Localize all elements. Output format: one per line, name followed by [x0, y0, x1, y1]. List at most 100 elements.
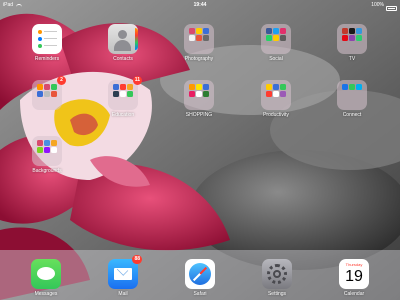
folder-mini-app-icon	[273, 91, 279, 97]
folder-mini-app-icon	[189, 84, 195, 90]
app-label: Reminders	[34, 56, 60, 62]
folder-mini-app-icon	[266, 35, 272, 41]
status-right: 100%	[371, 0, 397, 11]
app-label: Education	[111, 112, 135, 118]
folder-mini-app-icon	[342, 28, 348, 34]
folder-mini-app-icon	[37, 140, 43, 146]
folder-mini-app-icon	[203, 84, 209, 90]
folder-mini-app-icon	[120, 84, 126, 90]
folder-mini-app-icon	[127, 91, 133, 97]
app-label: Safari	[193, 291, 207, 297]
folder-icon	[184, 80, 214, 110]
battery-percent: 100%	[371, 2, 384, 8]
folder-icon	[337, 24, 367, 54]
folder-mini-app-icon	[349, 28, 355, 34]
folder-mini-app-icon	[189, 91, 195, 97]
dock-app-settings[interactable]: Settings	[249, 259, 305, 298]
app-label: Connect	[342, 112, 362, 118]
folder-mini-app-icon	[44, 84, 50, 90]
folder-mini-app-icon	[356, 84, 362, 90]
app-label: Contacts	[113, 56, 133, 62]
folder-social[interactable]: Social	[248, 24, 304, 63]
folder-photography[interactable]: Photography	[171, 24, 227, 63]
folder-mini-app-icon	[349, 35, 355, 41]
app-label: Settings	[267, 291, 287, 297]
dock: Messages 88 Mail Safari Settings Thursda…	[0, 250, 400, 300]
folder-mini-app-icon	[113, 91, 119, 97]
folder-mini-app-icon	[349, 84, 355, 90]
mail-icon: 88	[108, 255, 142, 289]
folder-mini-app-icon	[356, 35, 362, 41]
folder-mini-app-icon	[273, 28, 279, 34]
folder-mini-app-icon	[113, 84, 119, 90]
dock-app-mail[interactable]: 88 Mail	[95, 255, 151, 298]
folder-mini-app-icon	[280, 84, 286, 90]
reminders-icon	[32, 24, 62, 54]
folder-mini-app-icon	[37, 84, 43, 90]
folder-mini-app-icon	[266, 84, 272, 90]
app-label: Mail	[118, 291, 128, 297]
app-label: Photography	[184, 56, 214, 62]
folder-2[interactable]: 2	[19, 76, 75, 111]
folder-shopping[interactable]: SHOPPING	[171, 80, 227, 119]
folder-icon	[261, 24, 291, 54]
folder-mini-app-icon	[51, 140, 57, 146]
app-label: TV	[348, 56, 356, 62]
folder-mini-app-icon	[280, 35, 286, 41]
folder-icon	[184, 24, 214, 54]
settings-icon	[262, 259, 292, 289]
folder-mini-app-icon	[44, 140, 50, 146]
folder-mini-app-icon	[203, 91, 209, 97]
app-reminders[interactable]: Reminders	[19, 24, 75, 63]
folder-mini-app-icon	[342, 84, 348, 90]
calendar-day: Thursday	[345, 262, 363, 267]
folder-icon	[32, 136, 62, 166]
contacts-icon	[108, 24, 138, 54]
folder-mini-app-icon	[37, 91, 43, 97]
folder-mini-app-icon	[189, 35, 195, 41]
folder-education[interactable]: 11 Education	[95, 76, 151, 119]
dock-app-safari[interactable]: Safari	[172, 259, 228, 298]
app-label: Social	[269, 56, 283, 62]
folder-connect[interactable]: Connect	[324, 80, 380, 119]
calendar-icon: Thursday 19	[339, 259, 369, 289]
folder-mini-app-icon	[44, 147, 50, 153]
folder-mini-app-icon	[127, 84, 133, 90]
folder-productivity[interactable]: Productivity	[248, 80, 304, 119]
app-contacts[interactable]: Contacts	[95, 24, 151, 63]
notification-badge: 88	[132, 255, 142, 264]
app-label: SHOPPING	[185, 112, 213, 118]
folder-mini-app-icon	[203, 28, 209, 34]
folder-mini-app-icon	[356, 28, 362, 34]
folder-mini-app-icon	[342, 35, 348, 41]
folder-mini-app-icon	[196, 84, 202, 90]
folder-icon	[337, 80, 367, 110]
status-bar: iPad 19:44 100%	[0, 0, 400, 11]
dock-app-calendar[interactable]: Thursday 19 Calendar	[326, 259, 382, 298]
folder-mini-app-icon	[120, 91, 126, 97]
folder-icon: 2	[32, 76, 66, 110]
folder-mini-app-icon	[51, 147, 57, 153]
folder-backgrounds[interactable]: Backgrounds	[19, 136, 75, 175]
app-label: Backgrounds	[32, 168, 62, 174]
battery-icon	[386, 6, 397, 11]
folder-mini-app-icon	[196, 28, 202, 34]
folder-mini-app-icon	[280, 91, 286, 97]
folder-icon	[261, 80, 291, 110]
folder-mini-app-icon	[196, 35, 202, 41]
calendar-date: 19	[345, 268, 363, 285]
notification-badge: 2	[57, 76, 66, 85]
dock-app-messages[interactable]: Messages	[18, 259, 74, 298]
notification-badge: 11	[132, 76, 142, 85]
folder-mini-app-icon	[266, 91, 272, 97]
folder-mini-app-icon	[203, 35, 209, 41]
folder-mini-app-icon	[44, 91, 50, 97]
folder-mini-app-icon	[280, 28, 286, 34]
folder-tv[interactable]: TV	[324, 24, 380, 63]
app-label: Productivity	[263, 112, 289, 118]
folder-mini-app-icon	[266, 28, 272, 34]
folder-mini-app-icon	[51, 91, 57, 97]
folder-mini-app-icon	[37, 147, 43, 153]
folder-mini-app-icon	[189, 28, 195, 34]
folder-mini-app-icon	[196, 91, 202, 97]
